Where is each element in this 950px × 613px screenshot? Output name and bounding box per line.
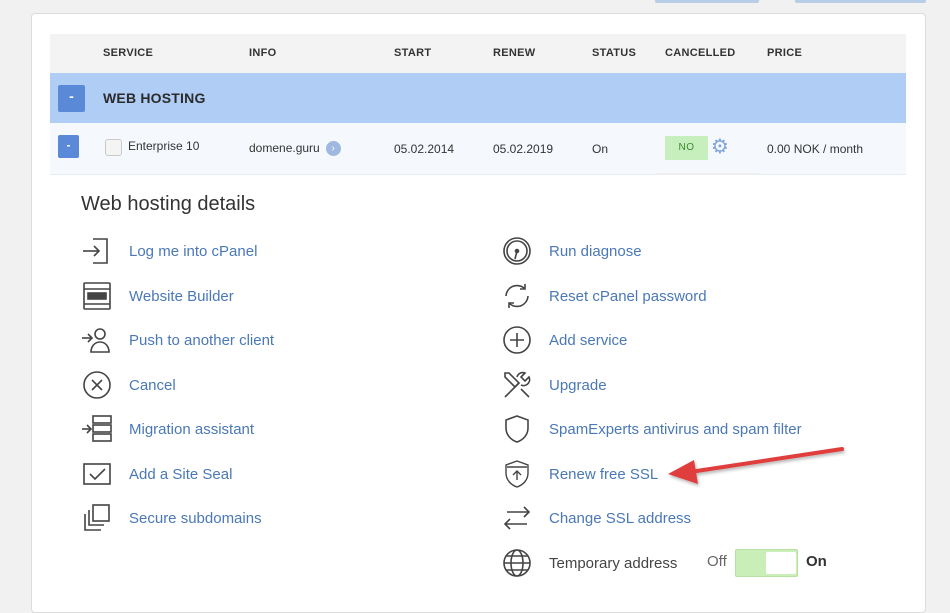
table-row: - Enterprise 10 domene.guru › 05.02.2014 …: [50, 123, 906, 175]
ssl-shield-icon: [500, 457, 534, 491]
action-label[interactable]: Run diagnose: [549, 243, 642, 260]
action-push-client[interactable]: Push to another client: [80, 323, 274, 357]
temporary-address-toggle[interactable]: [735, 549, 798, 577]
swap-arrows-icon: [500, 501, 534, 535]
renew-date: 05.02.2019: [493, 142, 554, 156]
action-label[interactable]: Push to another client: [129, 332, 274, 349]
domain-link[interactable]: domene.guru: [249, 141, 320, 155]
header-info: INFO: [249, 47, 277, 59]
start-date: 05.02.2014: [394, 142, 455, 156]
gauge-icon: [500, 234, 534, 268]
action-reset-cpanel-password[interactable]: Reset cPanel password: [500, 279, 707, 313]
action-label[interactable]: Add service: [549, 332, 627, 349]
shield-icon: [500, 412, 534, 446]
action-label[interactable]: Cancel: [129, 377, 176, 394]
action-change-ssl-address[interactable]: Change SSL address: [500, 501, 691, 535]
migration-icon: [80, 412, 114, 446]
action-label[interactable]: SpamExperts antivirus and spam filter: [549, 421, 802, 438]
header-price: PRICE: [767, 47, 803, 59]
subdomains-icon: [80, 501, 114, 535]
action-label: Temporary address: [549, 554, 678, 572]
group-row-web-hosting: - WEB HOSTING: [50, 73, 906, 123]
header-service: SERVICE: [103, 47, 154, 59]
action-label[interactable]: Add a Site Seal: [129, 466, 232, 483]
action-label[interactable]: Migration assistant: [129, 421, 254, 438]
action-site-seal[interactable]: Add a Site Seal: [80, 457, 232, 491]
login-icon: [80, 234, 114, 268]
info-cell: domene.guru ›: [249, 141, 341, 157]
row-checkbox[interactable]: [105, 139, 122, 156]
gear-icon[interactable]: ⚙: [711, 137, 729, 157]
header-cancelled: CANCELLED: [665, 47, 736, 59]
tools-icon: [500, 368, 534, 402]
header-renew: RENEW: [493, 47, 536, 59]
cancel-icon: [80, 368, 114, 402]
top-tab-1[interactable]: [655, 0, 759, 3]
website-builder-icon: [80, 279, 114, 313]
service-name: Enterprise 10: [128, 139, 200, 153]
status-value: On: [592, 142, 609, 156]
action-log-into-cpanel[interactable]: Log me into cPanel: [80, 234, 257, 268]
action-website-builder[interactable]: Website Builder: [80, 279, 234, 313]
action-label[interactable]: Log me into cPanel: [129, 243, 257, 260]
action-label[interactable]: Website Builder: [129, 288, 234, 305]
plus-circle-icon: [500, 323, 534, 357]
chevron-right-icon[interactable]: ›: [325, 141, 341, 157]
action-label[interactable]: Upgrade: [549, 377, 607, 394]
header-status: STATUS: [592, 47, 637, 59]
action-upgrade[interactable]: Upgrade: [500, 368, 607, 402]
action-label[interactable]: Secure subdomains: [129, 510, 262, 527]
action-run-diagnose[interactable]: Run diagnose: [500, 234, 642, 268]
action-label[interactable]: Reset cPanel password: [549, 288, 707, 305]
action-label[interactable]: Renew free SSL: [549, 466, 658, 483]
globe-icon: [500, 546, 534, 580]
header-start: START: [394, 47, 432, 59]
action-secure-subdomains[interactable]: Secure subdomains: [80, 501, 262, 535]
site-seal-icon: [80, 457, 114, 491]
group-title: WEB HOSTING: [103, 90, 206, 106]
top-tab-2[interactable]: [795, 0, 926, 3]
toggle-off-label[interactable]: Off: [707, 553, 727, 570]
details-title: Web hosting details: [81, 193, 256, 215]
push-client-icon: [80, 323, 114, 357]
toggle-knob[interactable]: [766, 552, 796, 574]
table-header: SERVICE INFO START RENEW STATUS CANCELLE…: [50, 34, 906, 73]
action-label[interactable]: Change SSL address: [549, 510, 691, 527]
action-cancel[interactable]: Cancel: [80, 368, 176, 402]
action-renew-free-ssl[interactable]: Renew free SSL: [500, 457, 658, 491]
services-table: SERVICE INFO START RENEW STATUS CANCELLE…: [50, 34, 906, 175]
action-spamexperts[interactable]: SpamExperts antivirus and spam filter: [500, 412, 802, 446]
action-migration-assistant[interactable]: Migration assistant: [80, 412, 254, 446]
action-temporary-address: Temporary address: [500, 546, 677, 580]
price-value: 0.00 NOK / month: [767, 142, 864, 156]
group-collapse-button[interactable]: -: [58, 85, 85, 112]
toggle-on-label[interactable]: On: [806, 553, 827, 570]
row-collapse-button[interactable]: -: [58, 135, 79, 158]
action-add-service[interactable]: Add service: [500, 323, 627, 357]
refresh-icon: [500, 279, 534, 313]
cancelled-badge: NO: [665, 136, 708, 160]
